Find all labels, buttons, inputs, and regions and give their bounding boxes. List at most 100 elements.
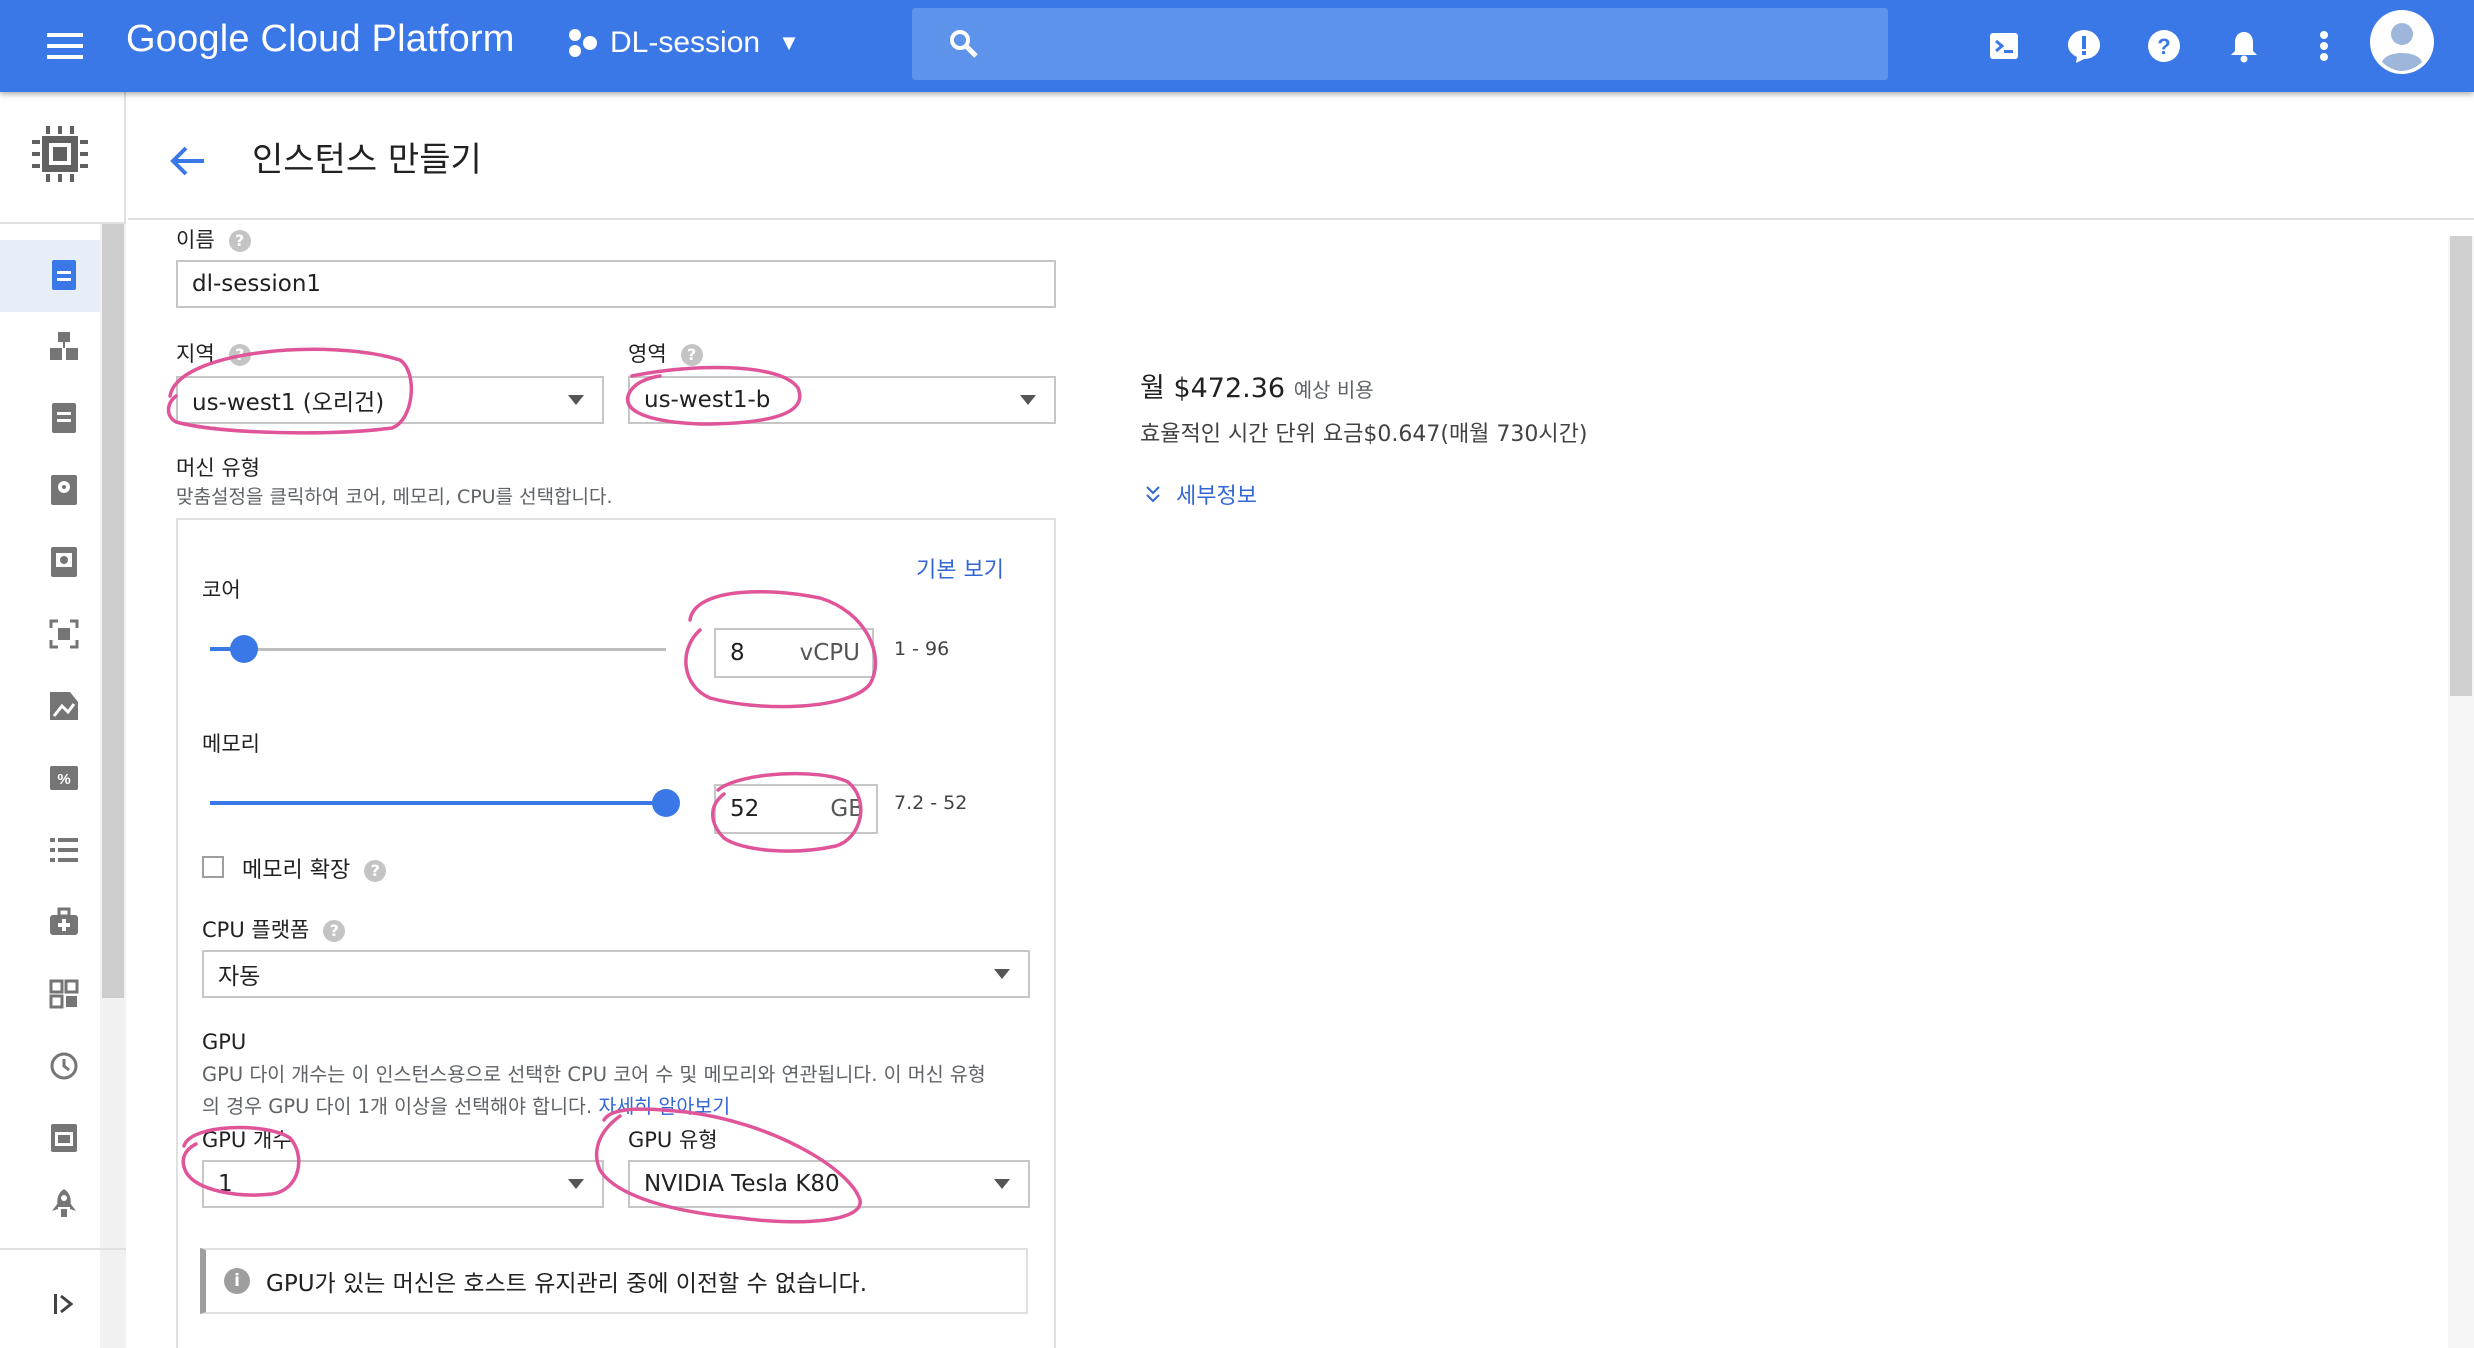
dropdown-arrow-icon	[994, 969, 1010, 979]
details-toggle[interactable]: 세부정보	[1144, 478, 1257, 510]
hourly-estimate: 효율적인 시간 단위 요금$0.647(매월 730시간)	[1140, 422, 1588, 447]
chevron-down-icon: ▼	[778, 30, 800, 55]
help-icon[interactable]: ?	[323, 920, 346, 942]
vm-instances-icon[interactable]	[44, 255, 84, 295]
svg-text:%: %	[57, 771, 70, 788]
gpu-type-label: GPU 유형	[628, 1128, 718, 1152]
cpu-platform-select[interactable]: 자동	[202, 950, 1030, 998]
project-dots-icon	[569, 29, 597, 57]
gpu-notice-text: GPU가 있는 머신은 호스트 유지관리 중에 이전할 수 없습니다.	[266, 1271, 868, 1297]
search-icon	[950, 30, 978, 58]
cores-slider-knob[interactable]	[229, 635, 258, 663]
cores-unit: vCPU	[799, 640, 860, 666]
monthly-price: $472.36	[1173, 373, 1286, 404]
help-icon[interactable]: ?	[228, 230, 251, 252]
health-checks-icon[interactable]	[44, 902, 84, 942]
page-scrollbar-thumb[interactable]	[2450, 236, 2472, 696]
alert-icon[interactable]	[2060, 22, 2108, 70]
gpu-description-line1: GPU 다이 개수는 이 인스턴스용으로 선택한 CPU 코어 수 및 메모리와…	[202, 1063, 986, 1086]
cores-input[interactable]: 8 vCPU	[714, 628, 874, 678]
monthly-suffix: 예상 비용	[1293, 378, 1374, 402]
committed-use-icon[interactable]: %	[44, 758, 84, 798]
cpu-platform-label: CPU 플랫폼?	[202, 914, 346, 944]
rail-scrollbar-thumb[interactable]	[102, 224, 124, 998]
gpu-title: GPU	[202, 1030, 247, 1054]
cloud-shell-icon[interactable]	[1980, 22, 2028, 70]
tpus-icon[interactable]	[44, 686, 84, 726]
project-name: DL-session	[610, 26, 761, 59]
images-icon[interactable]	[44, 614, 84, 654]
help-icon[interactable]: ?	[364, 860, 387, 882]
compute-engine-icon[interactable]	[28, 122, 92, 186]
page-scrollbar[interactable]	[2448, 236, 2474, 1348]
notifications-icon[interactable]	[2220, 22, 2268, 70]
info-icon: i	[224, 1268, 250, 1294]
security-scans-icon[interactable]	[44, 1118, 84, 1158]
memory-slider-knob[interactable]	[652, 789, 680, 817]
gpu-type-select[interactable]: NVIDIA Tesla K80	[628, 1160, 1030, 1208]
monthly-estimate: 월 $472.36 예상 비용	[1140, 366, 1374, 405]
dropdown-arrow-icon	[1020, 395, 1036, 405]
search-bar[interactable]	[912, 8, 1888, 80]
instance-groups-icon[interactable]	[44, 326, 84, 366]
memory-input-value: 52	[730, 796, 760, 822]
snapshots-icon[interactable]	[44, 542, 84, 582]
gpu-type-value: NVIDIA Tesla K80	[644, 1171, 840, 1197]
operations-icon[interactable]	[44, 1046, 84, 1086]
dropdown-arrow-icon	[568, 1179, 584, 1189]
gpu-maintenance-notice: i GPU가 있는 머신은 호스트 유지관리 중에 이전할 수 없습니다.	[200, 1248, 1028, 1314]
extend-memory-checkbox[interactable]	[202, 856, 224, 878]
instance-templates-icon[interactable]	[44, 398, 84, 438]
app-title[interactable]: Google Cloud Platform	[126, 18, 515, 61]
more-vert-icon[interactable]	[2300, 22, 2348, 70]
help-icon[interactable]: ?	[2140, 22, 2188, 70]
menu-icon[interactable]	[30, 20, 100, 72]
page-header: 인스턴스 만들기	[128, 92, 2474, 220]
name-input-value: dl-session1	[192, 271, 322, 297]
zones-icon[interactable]	[44, 974, 84, 1014]
name-label: 이름?	[176, 224, 251, 254]
help-icon[interactable]: ?	[228, 344, 251, 366]
gpu-description-line2: 의 경우 GPU 다이 1개 이상을 선택해야 합니다. 자세히 알아보기	[202, 1095, 731, 1118]
memory-range: 7.2 - 52	[894, 792, 968, 814]
extend-memory-label: 메모리 확장?	[242, 852, 387, 884]
gpu-count-select[interactable]: 1	[202, 1160, 604, 1208]
gpu-count-value: 1	[218, 1171, 233, 1197]
memory-unit: GB	[830, 796, 864, 822]
svg-text:?: ?	[2157, 34, 2170, 59]
machine-type-label: 머신 유형	[176, 456, 260, 480]
dropdown-arrow-icon	[994, 1179, 1010, 1189]
rail-bottom-divider	[0, 1248, 126, 1250]
metadata-icon[interactable]	[44, 830, 84, 870]
zone-select[interactable]: us-west1-b	[628, 376, 1056, 424]
back-arrow-icon[interactable]	[164, 136, 214, 186]
cpu-platform-value: 자동	[218, 964, 261, 990]
left-nav-rail: %	[0, 92, 126, 1348]
region-select-value: us-west1 (오리건)	[192, 390, 385, 416]
details-link-text: 세부정보	[1176, 484, 1257, 509]
disks-icon[interactable]	[44, 470, 84, 510]
memory-input[interactable]: 52 GB	[714, 784, 878, 834]
collapse-icon[interactable]	[44, 1284, 84, 1324]
account-icon[interactable]	[2370, 10, 2434, 74]
cores-range: 1 - 96	[894, 638, 950, 660]
machine-type-hint: 맞춤설정을 클릭하여 코어, 메모리, CPU를 선택합니다.	[176, 486, 613, 508]
cores-input-value: 8	[730, 640, 745, 666]
project-selector[interactable]: DL-session ▼	[566, 26, 800, 60]
basic-view-link[interactable]: 기본 보기	[916, 552, 1004, 584]
memory-slider-fill	[210, 801, 666, 805]
help-icon[interactable]: ?	[680, 344, 703, 366]
memory-label: 메모리	[202, 732, 260, 756]
cores-slider-track[interactable]	[210, 648, 666, 651]
top-app-bar: Google Cloud Platform DL-session ▼ ?	[0, 0, 2474, 92]
region-select[interactable]: us-west1 (오리건)	[176, 376, 604, 424]
zone-label: 영역?	[628, 338, 703, 368]
marketplace-icon[interactable]	[44, 1184, 84, 1224]
expand-more-icon	[1146, 486, 1160, 503]
name-input[interactable]: dl-session1	[176, 260, 1056, 308]
dropdown-arrow-icon	[568, 395, 584, 405]
monthly-prefix: 월	[1140, 373, 1165, 404]
page-title: 인스턴스 만들기	[252, 140, 482, 180]
gpu-learn-more-link[interactable]: 자세히 알아보기	[598, 1095, 730, 1118]
zone-select-value: us-west1-b	[644, 387, 771, 413]
